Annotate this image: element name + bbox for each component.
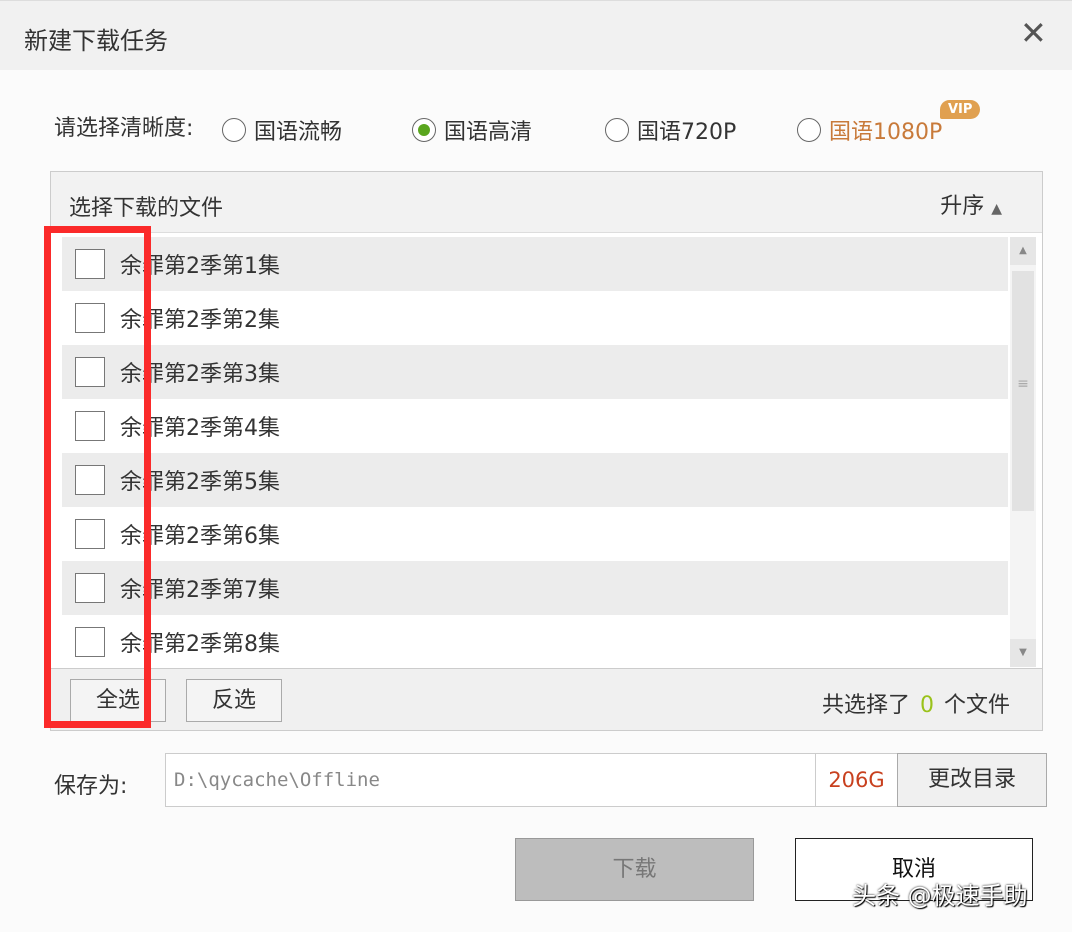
title-bar: 新建下载任务 ✕ <box>0 0 1072 70</box>
scroll-thumb[interactable]: ≡ <box>1012 271 1034 511</box>
sort-label: 升序 <box>940 194 984 219</box>
file-row[interactable]: 余罪第2季第3集 <box>62 345 1008 399</box>
count-prefix: 共选择了 <box>822 693 910 718</box>
change-directory-button[interactable]: 更改目录 <box>897 753 1047 807</box>
scrollbar[interactable]: ▲ ≡ ▼ <box>1010 237 1036 667</box>
quality-option[interactable]: 国语高清 <box>412 114 532 146</box>
dialog-title: 新建下载任务 <box>24 21 168 56</box>
watermark: 头条 @极速手助 <box>852 876 1028 911</box>
file-panel: 选择下载的文件 升序 ▲ 余罪第2季第1集余罪第2季第2集余罪第2季第3集余罪第… <box>50 171 1043 731</box>
file-panel-header: 选择下载的文件 升序 ▲ <box>51 172 1042 233</box>
scroll-down-icon[interactable]: ▼ <box>1010 639 1036 667</box>
selection-count: 共选择了 0 个文件 <box>822 687 1010 719</box>
radio-button[interactable] <box>605 118 629 142</box>
quality-option-label: 国语720P <box>637 114 736 146</box>
quality-option-label: 国语高清 <box>444 114 532 146</box>
file-row[interactable]: 余罪第2季第8集 <box>62 615 1008 669</box>
quality-option[interactable]: 国语流畅 <box>222 114 342 146</box>
free-space: 206G <box>815 753 898 807</box>
vip-badge: VIP <box>940 100 980 119</box>
quality-option-label: 国语1080P <box>829 114 942 146</box>
download-button[interactable]: 下载 <box>515 838 754 901</box>
file-row[interactable]: 余罪第2季第1集 <box>62 237 1008 291</box>
file-row[interactable]: 余罪第2季第4集 <box>62 399 1008 453</box>
scroll-up-icon[interactable]: ▲ <box>1010 237 1036 265</box>
radio-selected-dot <box>418 124 430 136</box>
save-label: 保存为: <box>54 768 127 800</box>
quality-option[interactable]: 国语1080P <box>797 114 942 146</box>
close-icon[interactable]: ✕ <box>1020 17 1047 49</box>
radio-button[interactable] <box>222 118 246 142</box>
file-panel-title: 选择下载的文件 <box>69 190 223 222</box>
triangle-up-icon: ▲ <box>991 201 1002 217</box>
file-row[interactable]: 余罪第2季第2集 <box>62 291 1008 345</box>
quality-label: 请选择清晰度: <box>54 110 193 142</box>
file-row[interactable]: 余罪第2季第7集 <box>62 561 1008 615</box>
invert-selection-button[interactable]: 反选 <box>186 679 282 722</box>
highlight-box <box>44 226 151 728</box>
file-row[interactable]: 余罪第2季第5集 <box>62 453 1008 507</box>
radio-button[interactable] <box>412 118 436 142</box>
file-row[interactable]: 余罪第2季第6集 <box>62 507 1008 561</box>
quality-option[interactable]: 国语720P <box>605 114 736 146</box>
count-suffix: 个文件 <box>944 693 1010 718</box>
count-value: 0 <box>920 693 934 718</box>
quality-option-label: 国语流畅 <box>254 114 342 146</box>
file-panel-footer: 全选 反选 共选择了0个文件 <box>51 668 1042 730</box>
radio-button[interactable] <box>797 118 821 142</box>
save-path-input[interactable]: D:\qycache\Offline <box>165 753 816 807</box>
sort-toggle[interactable]: 升序 ▲ <box>940 188 1002 220</box>
